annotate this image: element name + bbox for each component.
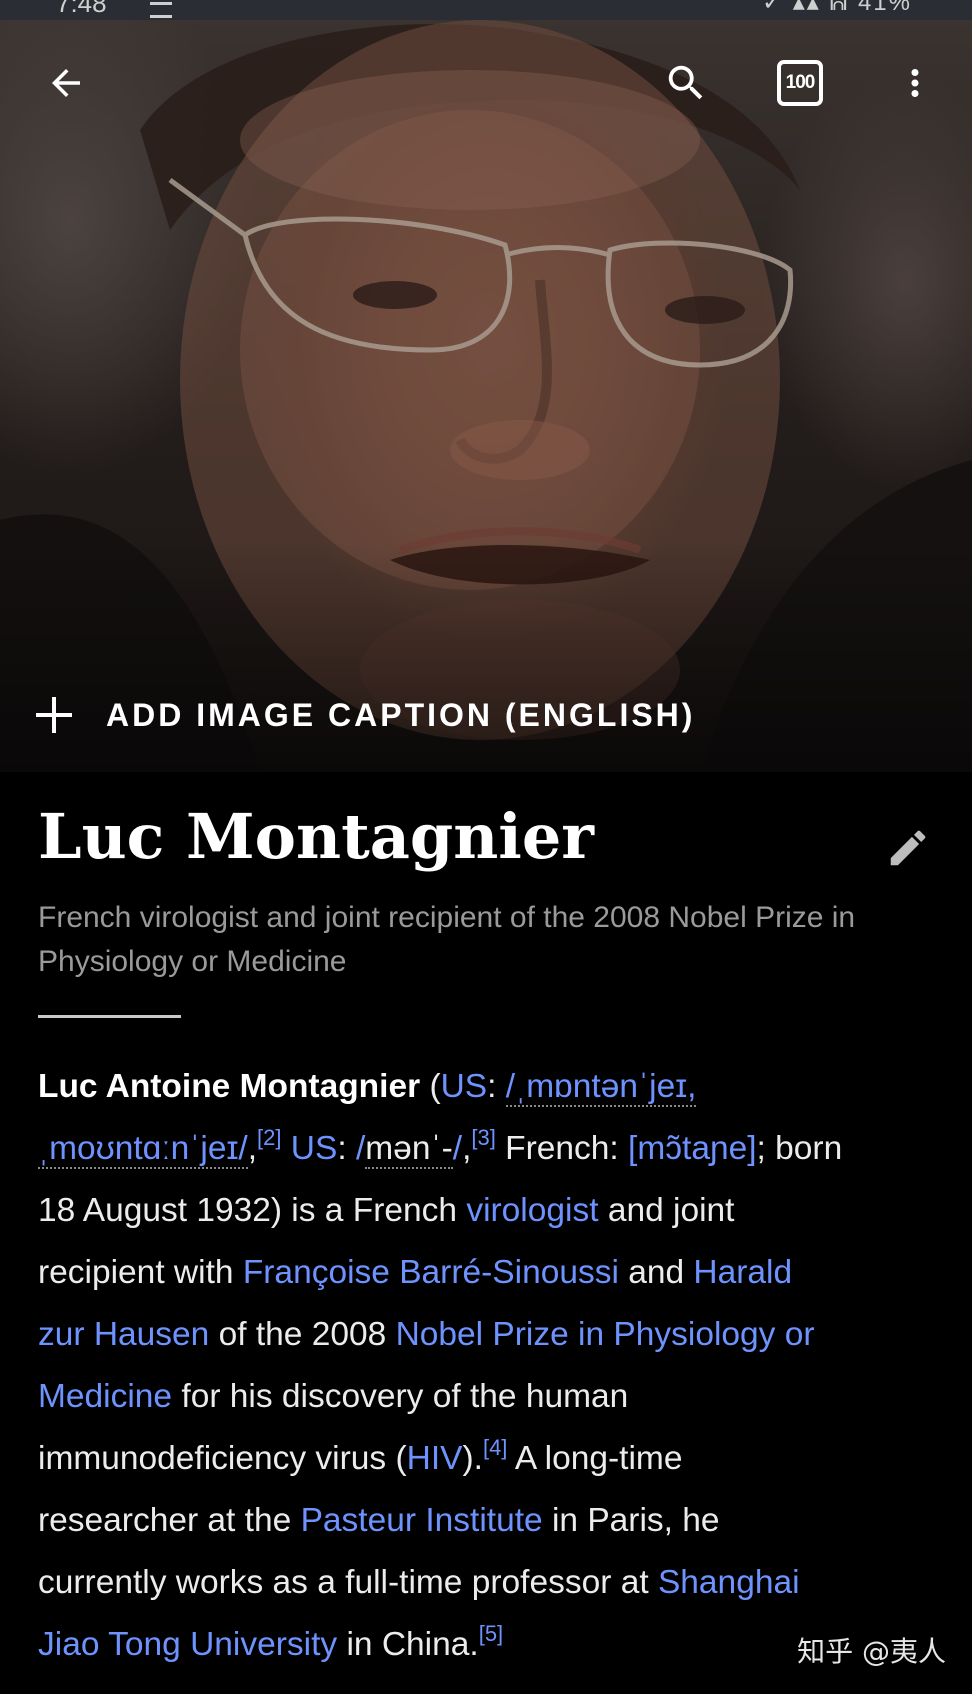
hiv-link[interactable]: HIV	[407, 1440, 463, 1477]
virologist-link[interactable]: virologist	[466, 1192, 598, 1229]
nobel-prize-link-2[interactable]: Medicine	[38, 1378, 172, 1415]
notification-icon	[150, 2, 172, 18]
more-options-button[interactable]	[880, 48, 950, 118]
barre-sinoussi-link[interactable]: Françoise Barré-Sinoussi	[243, 1254, 619, 1291]
add-image-caption-button[interactable]: ADD IMAGE CAPTION (ENGLISH)	[36, 690, 695, 740]
article-title: Luc Montagnier	[38, 800, 594, 873]
text-fragment: for his discovery of the human	[172, 1378, 629, 1415]
text-fragment: recipient with	[38, 1254, 243, 1291]
text-fragment: 18 August 1932) is a French	[38, 1192, 467, 1229]
lead-line: Luc Antoine Montagnier (US: /ˌmɒntənˈjeɪ…	[38, 1056, 948, 1118]
search-icon	[668, 65, 703, 100]
reference-2[interactable]: [2]	[257, 1125, 281, 1150]
text-fragment: (	[420, 1068, 441, 1105]
text-fragment: researcher at the	[38, 1502, 301, 1539]
reference-5[interactable]: [5]	[479, 1621, 503, 1646]
more-vert-icon	[911, 69, 919, 97]
shanghai-jiao-tong-link-2[interactable]: Jiao Tong University	[38, 1626, 337, 1663]
text-fragment: A long-time	[507, 1440, 683, 1477]
lead-line: researcher at the Pasteur Institute in P…	[38, 1490, 948, 1552]
ipa-slash[interactable]: /	[356, 1130, 365, 1167]
ipa-french-link[interactable]: [mɔ̃taɲe]	[628, 1130, 756, 1167]
tabs-count: 100	[777, 60, 823, 106]
text-fragment: currently works as a full-time professor…	[38, 1564, 658, 1601]
reference-4[interactable]: [4]	[483, 1435, 507, 1460]
text-fragment: of the 2008	[209, 1316, 396, 1353]
lead-line: Medicine for his discovery of the human	[38, 1366, 948, 1428]
text-fragment: ; born	[756, 1130, 843, 1167]
lead-line: recipient with Françoise Barré-Sinoussi …	[38, 1242, 948, 1304]
tabs-button[interactable]: 100	[765, 48, 835, 118]
text-fragment: in Paris, he	[542, 1502, 720, 1539]
lead-line: 18 August 1932) is a French virologist a…	[38, 1180, 948, 1242]
back-button[interactable]	[31, 48, 101, 118]
plus-icon	[36, 697, 72, 733]
ipa-us-short[interactable]: mənˈ-	[365, 1130, 453, 1169]
lead-image[interactable]	[0, 20, 972, 772]
pencil-icon	[890, 830, 926, 866]
zur-hausen-link[interactable]: Harald	[693, 1254, 792, 1291]
lead-line: ˌmoʊntɑːnˈjeɪ/,[2] US: /mənˈ-/,[3] Frenc…	[38, 1118, 948, 1180]
lead-line: currently works as a full-time professor…	[38, 1552, 948, 1614]
edit-description-button[interactable]	[880, 820, 936, 876]
text-fragment: :	[337, 1130, 356, 1167]
text-fragment: and joint	[598, 1192, 735, 1229]
status-bar: 7:48 ✓ ▴▴ ᕱ 41%	[0, 0, 972, 20]
subject-name: Luc Antoine Montagnier	[38, 1068, 421, 1105]
us-pronunciation-link-2[interactable]: US	[291, 1130, 338, 1167]
text-fragment: ,	[462, 1130, 472, 1167]
arrow-left-icon	[52, 69, 80, 97]
text-fragment: ).	[462, 1440, 483, 1477]
watermark: 知乎 @夷人	[797, 1635, 946, 1668]
title-divider	[38, 1015, 181, 1018]
text-fragment: in China.	[337, 1626, 479, 1663]
status-indicators: ✓ ▴▴ ᕱ 41%	[761, 0, 912, 16]
nobel-prize-link[interactable]: Nobel Prize in Physiology or	[396, 1316, 815, 1353]
shanghai-jiao-tong-link[interactable]: Shanghai	[658, 1564, 800, 1601]
lead-paragraph: Luc Antoine Montagnier (US: /ˌmɒntənˈjeɪ…	[38, 1056, 948, 1676]
text-fragment: ,	[247, 1130, 258, 1167]
ipa-slash[interactable]: /	[453, 1130, 462, 1167]
add-image-caption-label: ADD IMAGE CAPTION (ENGLISH)	[106, 696, 696, 733]
lead-line: immunodeficiency virus (HIV).[4] A long-…	[38, 1428, 948, 1490]
text-fragment	[281, 1130, 290, 1167]
lead-line: zur Hausen of the 2008 Nobel Prize in Ph…	[38, 1304, 948, 1366]
zur-hausen-link-2[interactable]: zur Hausen	[38, 1316, 209, 1353]
text-fragment: :	[487, 1068, 506, 1105]
text-fragment: French:	[495, 1130, 629, 1167]
text-fragment: immunodeficiency virus (	[38, 1440, 407, 1477]
reference-3[interactable]: [3]	[471, 1125, 495, 1150]
us-pronunciation-link[interactable]: US	[441, 1068, 488, 1105]
status-time: 7:48	[56, 0, 107, 18]
pasteur-institute-link[interactable]: Pasteur Institute	[301, 1502, 543, 1539]
text-fragment: and	[618, 1254, 694, 1291]
article-description: French virologist and joint recipient of…	[38, 901, 856, 978]
ipa-us-link-2[interactable]: ˌmoʊntɑːnˈjeɪ/	[38, 1130, 248, 1169]
search-button[interactable]	[651, 48, 721, 118]
ipa-us-link[interactable]: /ˌmɒntənˈjeɪ,	[505, 1068, 697, 1107]
